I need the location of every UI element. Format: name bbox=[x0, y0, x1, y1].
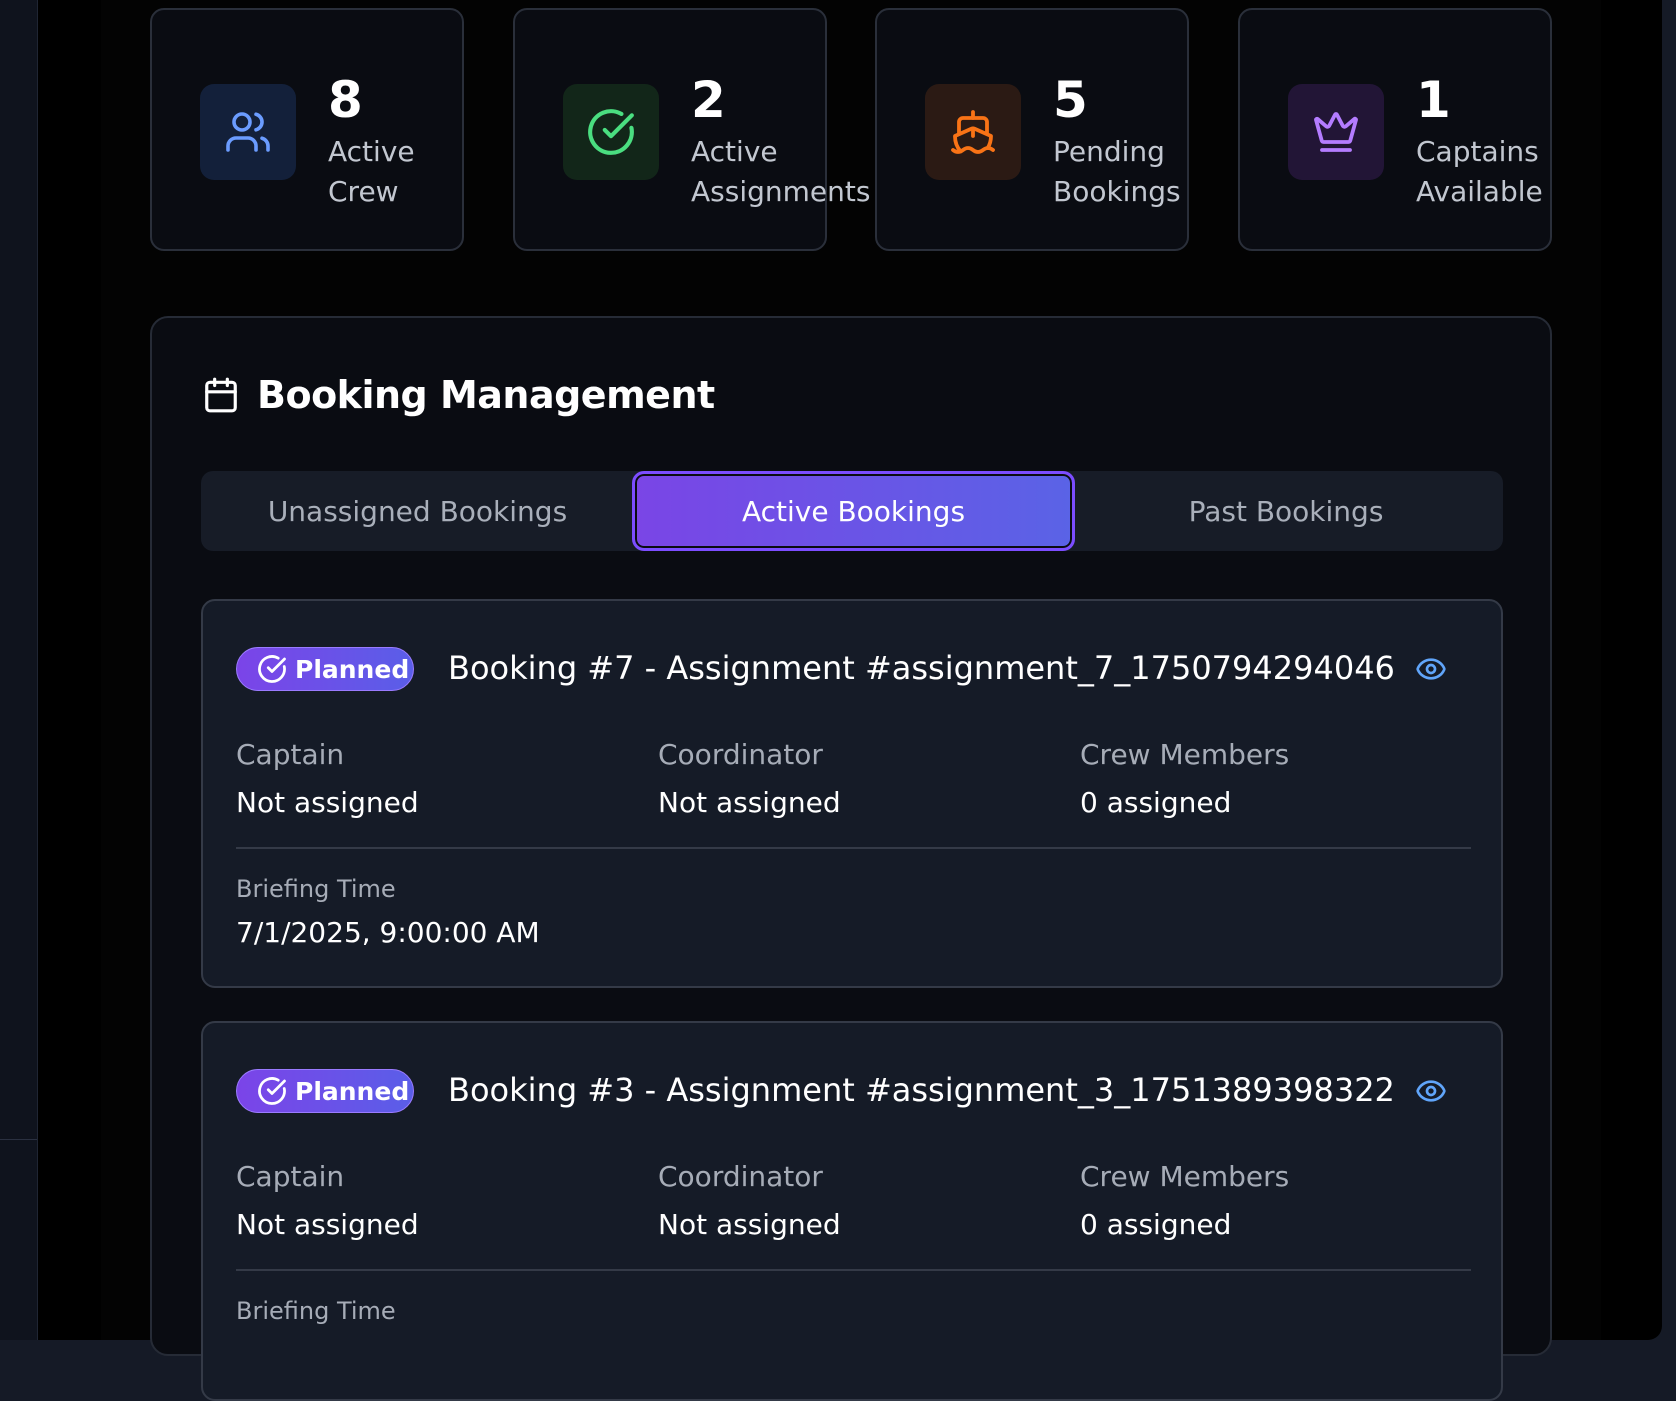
stat-card-captains-available: 1 Captains Available bbox=[1238, 8, 1552, 251]
captain-value: Not assigned bbox=[236, 1208, 419, 1241]
briefing-time-label: Briefing Time bbox=[236, 1297, 396, 1325]
stat-label: Active Crew bbox=[328, 135, 415, 208]
crew-members-label: Crew Members bbox=[1080, 738, 1290, 771]
stat-card-active-assignments: 2 Active Assignments bbox=[513, 8, 870, 251]
status-badge: Planned bbox=[236, 1069, 414, 1113]
calendar-icon bbox=[202, 375, 240, 415]
check-circle-icon bbox=[258, 655, 286, 683]
ship-icon bbox=[925, 84, 1021, 180]
crown-icon bbox=[1288, 84, 1384, 180]
card-divider bbox=[236, 847, 1471, 849]
tab-unassigned-bookings[interactable]: Unassigned Bookings bbox=[201, 471, 634, 551]
stat-label: Pending Bookings bbox=[1053, 135, 1181, 208]
booking-tabs: Unassigned Bookings Active Bookings Past… bbox=[201, 471, 1503, 551]
booking-card: Planned Booking #3 - Assignment #assignm… bbox=[201, 1021, 1503, 1401]
briefing-time-value: 7/1/2025, 9:00:00 AM bbox=[236, 916, 540, 949]
stat-value: 2 bbox=[691, 71, 726, 129]
coordinator-value: Not assigned bbox=[658, 1208, 841, 1241]
stat-label: Captains Available bbox=[1416, 135, 1543, 208]
briefing-time-label: Briefing Time bbox=[236, 875, 396, 903]
status-badge: Planned bbox=[236, 647, 414, 691]
coordinator-label: Coordinator bbox=[658, 1160, 823, 1193]
tab-past-bookings[interactable]: Past Bookings bbox=[1069, 471, 1503, 551]
crew-members-label: Crew Members bbox=[1080, 1160, 1290, 1193]
booking-title: Booking #7 - Assignment #assignment_7_17… bbox=[448, 649, 1395, 687]
crew-members-value: 0 assigned bbox=[1080, 1208, 1232, 1241]
eye-icon[interactable] bbox=[1415, 1075, 1447, 1111]
coordinator-value: Not assigned bbox=[658, 786, 841, 819]
stat-label: Active Assignments bbox=[691, 135, 871, 208]
captain-value: Not assigned bbox=[236, 786, 419, 819]
card-divider bbox=[236, 1269, 1471, 1271]
eye-icon[interactable] bbox=[1415, 653, 1447, 689]
left-sidebar-rail bbox=[0, 0, 38, 1340]
crew-members-value: 0 assigned bbox=[1080, 786, 1232, 819]
stat-value: 1 bbox=[1416, 71, 1451, 129]
coordinator-label: Coordinator bbox=[658, 738, 823, 771]
panel-title: Booking Management bbox=[257, 373, 715, 417]
captain-label: Captain bbox=[236, 1160, 345, 1193]
check-circle-icon bbox=[258, 1077, 286, 1105]
stat-card-active-crew: 8 Active Crew bbox=[150, 8, 464, 251]
stat-card-pending-bookings: 5 Pending Bookings bbox=[875, 8, 1189, 251]
stat-value: 8 bbox=[328, 71, 363, 129]
captain-label: Captain bbox=[236, 738, 345, 771]
users-icon bbox=[200, 84, 296, 180]
stat-value: 5 bbox=[1053, 71, 1088, 129]
booking-title: Booking #3 - Assignment #assignment_3_17… bbox=[448, 1071, 1395, 1109]
booking-card: Planned Booking #7 - Assignment #assignm… bbox=[201, 599, 1503, 988]
rail-divider bbox=[0, 1139, 37, 1140]
booking-management-panel: Booking Management Unassigned Bookings A… bbox=[150, 316, 1552, 1401]
status-badge-label: Planned bbox=[295, 654, 410, 684]
status-badge-label: Planned bbox=[295, 1076, 410, 1106]
check-circle-icon bbox=[563, 84, 659, 180]
tab-active-bookings[interactable]: Active Bookings bbox=[632, 471, 1075, 551]
